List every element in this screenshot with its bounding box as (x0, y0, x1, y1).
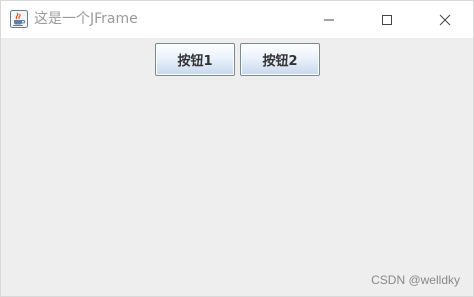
java-coffee-cup-icon[interactable] (10, 10, 28, 28)
maximize-button[interactable] (364, 1, 410, 38)
button-1[interactable]: 按钮1 (155, 43, 235, 76)
minimize-button[interactable] (306, 1, 352, 38)
window-title: 这是一个JFrame (34, 11, 138, 27)
jframe-window: 这是一个JFrame 按钮1 按钮2 CSDN @welldky (0, 0, 474, 297)
close-icon (439, 14, 451, 25)
minimize-icon (324, 19, 334, 20)
title-bar[interactable]: 这是一个JFrame (1, 1, 473, 38)
content-pane: 按钮1 按钮2 (1, 38, 473, 296)
close-button[interactable] (422, 1, 468, 38)
maximize-icon (382, 14, 392, 25)
watermark: CSDN @welldky (371, 273, 460, 287)
button-2[interactable]: 按钮2 (240, 43, 320, 76)
